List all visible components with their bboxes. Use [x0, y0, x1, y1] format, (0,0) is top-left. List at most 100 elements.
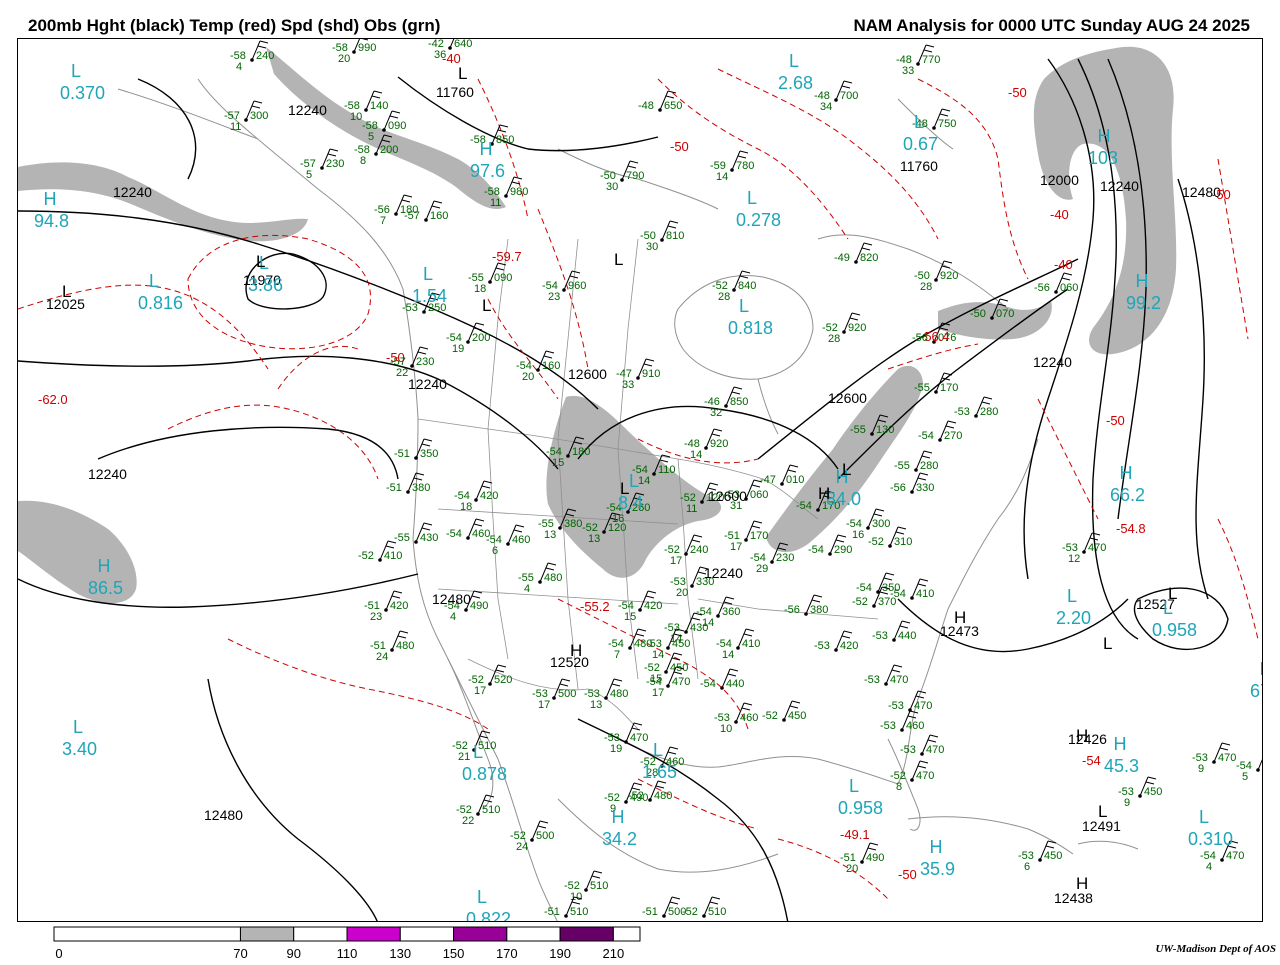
- wind-barb-flag: [691, 617, 701, 621]
- center-value: 0.818: [728, 318, 773, 338]
- obs-height: 380: [412, 482, 430, 494]
- station-observation: -47 010: [760, 464, 804, 486]
- pressure-center-mark: L: [1103, 634, 1112, 653]
- station-observation: -5820990: [332, 39, 376, 65]
- obs-height: 440: [726, 678, 744, 690]
- obs-height: 460: [740, 712, 758, 724]
- station-observation: -51 350: [394, 438, 438, 460]
- wind-barb-flag: [515, 524, 525, 528]
- wind-barb-flag: [739, 150, 749, 154]
- wind-barb-flag: [485, 794, 495, 798]
- wind-barb-flag: [473, 523, 483, 527]
- wind-barb-flag: [743, 633, 753, 637]
- station-observation: -53 280: [954, 396, 998, 418]
- wind-barb-flag: [939, 113, 949, 117]
- center-value: 0.67: [903, 134, 938, 154]
- obs-height: 650: [664, 100, 682, 112]
- obs-height: 490: [470, 600, 488, 612]
- map-title: 200mb Hght (black) Temp (red) Spd (shd) …: [28, 16, 441, 35]
- obs-dewpoint-depression: 19: [610, 743, 622, 755]
- station-observation: -51 500: [642, 896, 686, 918]
- station-observation: -54 460: [446, 518, 490, 540]
- obs-dewpoint-depression: 11: [230, 121, 241, 133]
- station-observation: -5310460: [714, 702, 758, 735]
- center-letter: H: [1260, 659, 1264, 679]
- obs-height: 420: [840, 640, 858, 652]
- obs-dewpoint-depression: 17: [652, 687, 664, 699]
- obs-height: 500: [668, 906, 686, 918]
- obs-height: 450: [788, 710, 806, 722]
- station-observation: -52 410: [358, 540, 402, 562]
- wind-barb-flag: [741, 270, 751, 274]
- wind-barb-flag: [475, 518, 485, 522]
- scale-bin: [559, 926, 614, 942]
- wind-barb-flag: [655, 785, 665, 789]
- obs-height: 470: [926, 744, 944, 756]
- obs-height: 460: [512, 534, 530, 546]
- obs-height: 410: [916, 588, 934, 600]
- obs-temperature: -53: [888, 700, 904, 712]
- isotherm-east-1: [887, 343, 979, 370]
- obs-height: 500: [558, 688, 576, 700]
- station-observation: -5228920: [822, 312, 866, 345]
- wind-barb-flag: [713, 428, 723, 432]
- station-observation: -52 450: [762, 700, 806, 722]
- obs-height: 230: [776, 552, 794, 564]
- obs-height: 480: [610, 688, 628, 700]
- station-observation: -52 510: [682, 896, 726, 918]
- station-observation: -4733910: [616, 358, 660, 391]
- wind-barb-flag: [863, 242, 873, 246]
- obs-height: 470: [1218, 752, 1236, 764]
- obs-dewpoint-depression: 21: [458, 751, 470, 763]
- wind-barb-flag: [739, 275, 749, 279]
- station-observation: -4833770: [896, 44, 940, 77]
- contour-12240-west: [18, 355, 559, 470]
- obs-dewpoint-depression: 7: [614, 649, 620, 661]
- station-observation: -5313480: [584, 678, 628, 711]
- obs-height: 330: [916, 482, 934, 494]
- wind-barb-flag: [669, 746, 679, 750]
- obs-dewpoint-depression: 22: [396, 367, 408, 379]
- wind-barb-flag: [791, 700, 801, 704]
- obs-dewpoint-depression: 24: [516, 841, 528, 853]
- obs-dewpoint-depression: 23: [370, 611, 382, 623]
- center-value: 86.5: [88, 578, 123, 598]
- obs-dewpoint-depression: 13: [544, 529, 556, 541]
- obs-temperature: -53: [880, 720, 896, 732]
- temperature-label: -49.1: [840, 827, 870, 842]
- wind-barb-flag: [709, 901, 719, 905]
- isotherm-caribbean: [777, 838, 889, 900]
- wind-barb-flag: [837, 534, 847, 538]
- wind-barb-flag: [391, 110, 401, 114]
- station-observation: -56 380: [784, 594, 828, 616]
- obs-height: 380: [564, 518, 582, 530]
- station-observation: -54 270: [918, 420, 962, 442]
- contour-12480-south: [207, 678, 378, 921]
- obs-height: 180: [572, 446, 590, 458]
- wind-barb-flag: [919, 760, 929, 764]
- high-center: H94.8: [34, 189, 69, 231]
- wind-barb-flag: [917, 583, 927, 587]
- gulf-of-mexico-south: [557, 798, 779, 873]
- station-observation: -539470: [1192, 742, 1236, 775]
- height-label: 12480: [204, 807, 243, 823]
- wind-barb-flag: [923, 450, 933, 454]
- obs-dewpoint-depression: 14: [652, 649, 664, 661]
- obs-dewpoint-depression: 9: [1198, 763, 1204, 775]
- station-observation: -53 420: [814, 630, 858, 652]
- obs-height: 790: [626, 170, 644, 182]
- low-center: L0.958: [838, 776, 883, 818]
- wind-barb-flag: [669, 901, 679, 905]
- obs-temperature: -52: [628, 790, 644, 802]
- station-observation: -5312470: [1062, 532, 1106, 565]
- scale-bin: [293, 926, 348, 942]
- temperature-label: -54.8: [1116, 521, 1146, 536]
- wind-barb-flag: [423, 522, 433, 526]
- low-center: L2.68: [778, 51, 813, 93]
- wind-barb-flag: [613, 678, 623, 682]
- center-value: 94.8: [34, 211, 69, 231]
- center-value: 2.20: [1056, 608, 1091, 628]
- center-letter: H: [480, 139, 493, 159]
- station-observation: -5224500: [510, 820, 554, 853]
- wind-barb-flag: [471, 595, 481, 599]
